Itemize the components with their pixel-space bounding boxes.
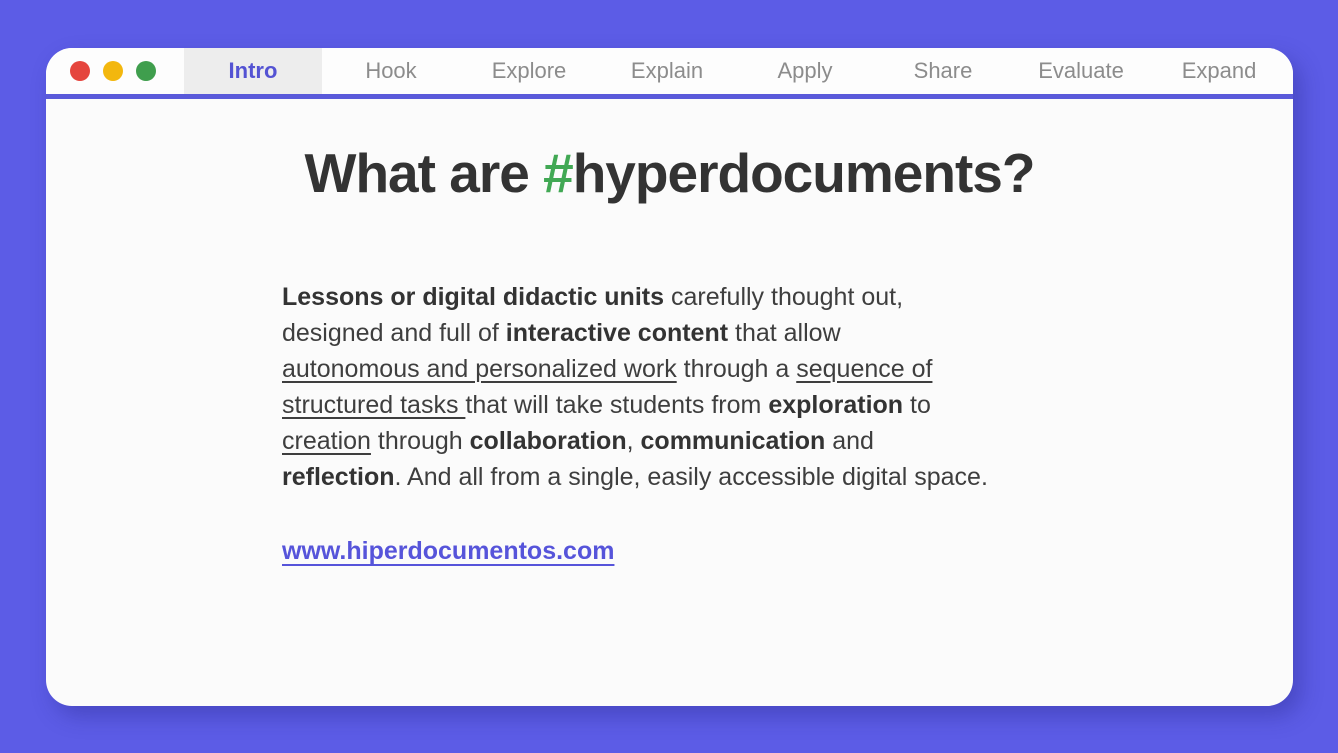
paragraph-segment: exploration xyxy=(768,391,903,419)
tab-share[interactable]: Share xyxy=(874,48,1012,94)
paragraph-segment: communication xyxy=(641,427,826,455)
text-block: Lessons or digital didactic units carefu… xyxy=(282,279,1057,569)
zoom-traffic-light-icon[interactable] xyxy=(136,61,156,81)
paragraph-segment: autonomous and personalized work xyxy=(282,355,677,383)
paragraph-segment: collaboration xyxy=(470,427,627,455)
paragraph-segment: Lessons or digital didactic units xyxy=(282,283,664,311)
browser-window: IntroHookExploreExplainApplyShareEvaluat… xyxy=(46,48,1293,706)
website-link[interactable]: www.hiperdocumentos.com xyxy=(282,533,614,569)
paragraph-segment: creation xyxy=(282,427,371,455)
page-title-before-hash: What are xyxy=(305,142,544,204)
paragraph-segment: . And all from a single, easily accessib… xyxy=(395,463,988,491)
tab-strip: IntroHookExploreExplainApplyShareEvaluat… xyxy=(184,48,1293,94)
paragraph-segment: sequence of xyxy=(796,355,932,383)
tab-hook[interactable]: Hook xyxy=(322,48,460,94)
description-paragraph: Lessons or digital didactic units carefu… xyxy=(282,279,1057,495)
paragraph-segment: , xyxy=(627,427,641,455)
paragraph-segment: to xyxy=(903,391,931,419)
page-content: What are #hyperdocuments? Lessons or dig… xyxy=(46,99,1293,706)
tab-intro[interactable]: Intro xyxy=(184,48,322,94)
page-title: What are #hyperdocuments? xyxy=(46,141,1293,205)
paragraph-segment: interactive content xyxy=(506,319,728,347)
tab-expand[interactable]: Expand xyxy=(1150,48,1288,94)
minimize-traffic-light-icon[interactable] xyxy=(103,61,123,81)
tab-apply[interactable]: Apply xyxy=(736,48,874,94)
hash-symbol: # xyxy=(543,142,573,204)
page-title-after-hash: hyperdocuments? xyxy=(573,142,1035,204)
paragraph-segment: through xyxy=(371,427,470,455)
tab-bar: IntroHookExploreExplainApplyShareEvaluat… xyxy=(46,48,1293,99)
tab-explain[interactable]: Explain xyxy=(598,48,736,94)
tab-evaluate[interactable]: Evaluate xyxy=(1012,48,1150,94)
window-controls xyxy=(46,48,184,94)
paragraph-segment: carefully thought out, xyxy=(664,283,903,311)
paragraph-segment: and xyxy=(825,427,874,455)
close-traffic-light-icon[interactable] xyxy=(70,61,90,81)
paragraph-segment: through a xyxy=(677,355,797,383)
paragraph-segment: that allow xyxy=(728,319,841,347)
paragraph-segment: structured tasks xyxy=(282,391,465,419)
paragraph-segment: designed and full of xyxy=(282,319,506,347)
paragraph-segment: that will take students from xyxy=(465,391,768,419)
tab-explore[interactable]: Explore xyxy=(460,48,598,94)
paragraph-segment: reflection xyxy=(282,463,395,491)
